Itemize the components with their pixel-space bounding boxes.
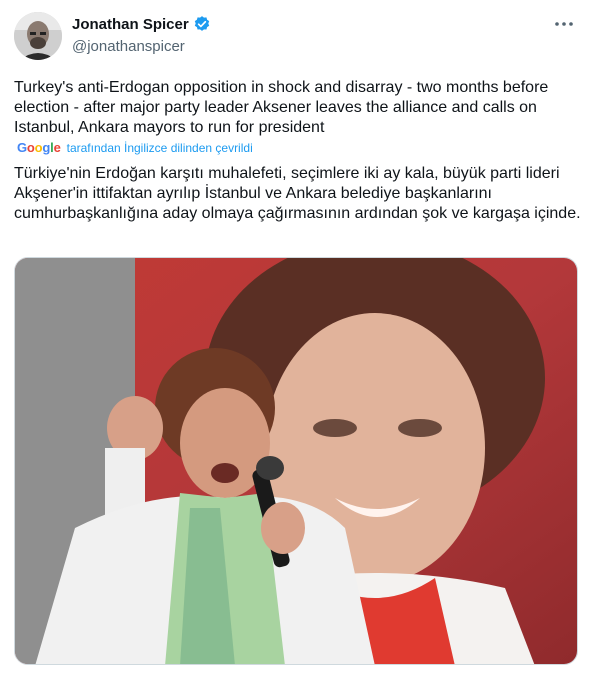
google-logo: Google	[17, 140, 61, 155]
author-names: Jonathan Spicer @jonathanspicer	[72, 15, 211, 55]
tweet-header: Jonathan Spicer @jonathanspicer	[14, 12, 582, 64]
author-handle[interactable]: @jonathanspicer	[72, 38, 211, 55]
more-options-icon[interactable]	[550, 14, 578, 34]
tweet-text-translated: Türkiye'nin Erdoğan karşıtı muhalefeti, …	[14, 165, 581, 222]
translation-attribution[interactable]: Google tarafından İngilizce dilinden çev…	[17, 140, 253, 155]
verified-badge-icon	[193, 15, 211, 33]
tweet-text-original: Turkey's anti-Erdogan opposition in shoc…	[14, 79, 549, 136]
author-display-name[interactable]: Jonathan Spicer	[72, 16, 189, 33]
tweet-card: Jonathan Spicer @jonathanspicer Turkey's…	[0, 0, 596, 673]
translation-note[interactable]: tarafından İngilizce dilinden çevrildi	[67, 141, 253, 155]
tweet-photo[interactable]	[14, 257, 578, 665]
author-avatar[interactable]	[14, 12, 62, 60]
